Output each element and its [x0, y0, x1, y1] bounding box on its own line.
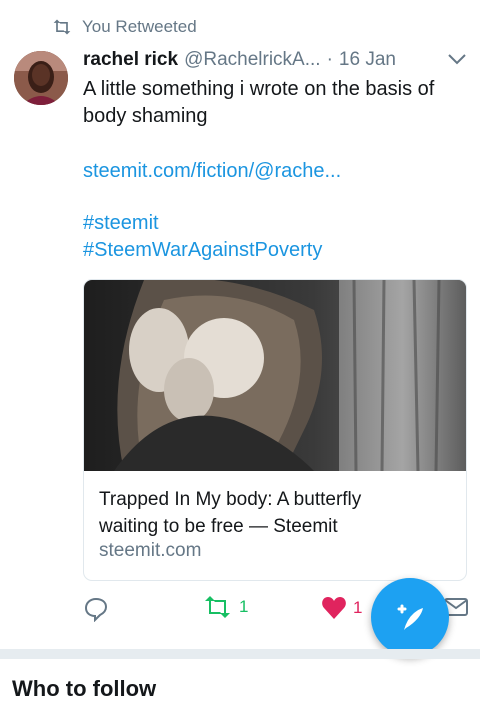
tweet-text-line: body shaming	[83, 105, 208, 127]
compose-tweet-icon	[397, 604, 423, 630]
tweet-date[interactable]: 16 Jan	[339, 49, 396, 71]
author-handle[interactable]: @RachelrickA...	[184, 49, 321, 71]
tweet-header: rachel rick @RachelrickA... · 16 Jan	[83, 48, 468, 72]
retweet-icon	[53, 19, 71, 35]
who-to-follow-heading: Who to follow	[12, 676, 157, 701]
retweet-button[interactable]: 1	[203, 596, 248, 618]
compose-tweet-button[interactable]	[371, 578, 449, 656]
profile-photo	[14, 51, 68, 105]
reply-button[interactable]	[83, 596, 109, 622]
tweet-text-line: A little something i wrote on the basis …	[83, 78, 435, 100]
avatar[interactable]	[14, 51, 68, 105]
heart-icon	[322, 597, 346, 619]
like-button[interactable]: 1	[321, 596, 362, 620]
card-image	[84, 280, 466, 471]
card-title-line: Trapped In My body: A butterfly	[99, 489, 362, 510]
retweet-count: 1	[239, 597, 249, 616]
hashtag-link[interactable]: #SteemWarAgainstPoverty	[83, 237, 322, 264]
tweet-link[interactable]: steemit.com/fiction/@rache...	[83, 158, 341, 185]
author-name[interactable]: rachel rick	[83, 49, 178, 71]
retweet-icon	[205, 596, 230, 618]
link-preview-card[interactable]: Trapped In My body: A butterfly waiting …	[83, 279, 467, 581]
reply-icon	[84, 597, 108, 622]
like-count: 1	[353, 598, 363, 617]
card-title: Trapped In My body: A butterfly waiting …	[99, 486, 449, 540]
tweet-text: A little something i wrote on the basis …	[83, 76, 468, 130]
section-divider	[0, 649, 480, 659]
retweeted-label: You Retweeted	[82, 17, 197, 36]
separator-dot: ·	[326, 49, 333, 70]
chevron-down-icon[interactable]	[446, 50, 468, 68]
retweeted-indicator: You Retweeted	[52, 16, 197, 38]
card-title-line: waiting to be free — Steemit	[99, 516, 338, 537]
hashtag-link[interactable]: #steemit	[83, 210, 159, 237]
card-domain: steemit.com	[99, 540, 202, 561]
